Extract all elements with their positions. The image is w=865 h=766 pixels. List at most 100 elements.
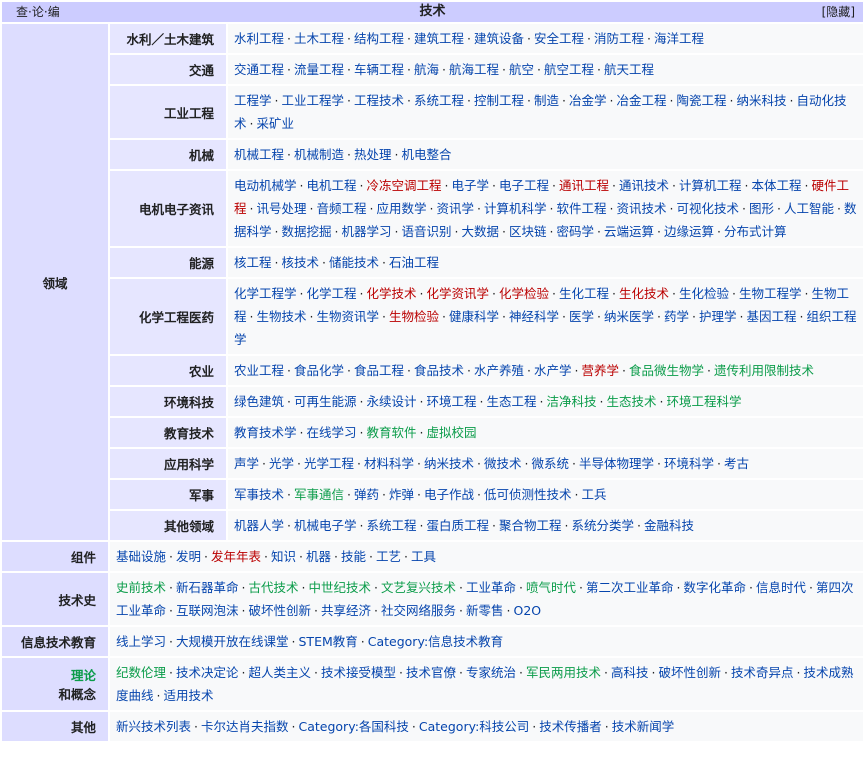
nav-link[interactable]: 材料科学 bbox=[364, 456, 414, 471]
nav-link[interactable]: 纳米科技 bbox=[737, 93, 787, 108]
nav-link[interactable]: Category:信息技术教育 bbox=[368, 634, 503, 649]
nav-link[interactable]: 互联网泡沫 bbox=[176, 603, 239, 618]
nav-link[interactable]: O2O bbox=[514, 603, 542, 618]
nav-link[interactable]: 采矿业 bbox=[257, 116, 295, 131]
nav-link[interactable]: 计算机工程 bbox=[679, 178, 742, 193]
theory-link[interactable]: 理论 bbox=[71, 668, 96, 683]
nav-link[interactable]: 发明 bbox=[176, 549, 201, 564]
nav-link[interactable]: 高科技 bbox=[611, 665, 649, 680]
nav-link[interactable]: 新石器革命 bbox=[176, 580, 239, 595]
nav-link[interactable]: 卡尔达肖夫指数 bbox=[201, 719, 289, 734]
nav-link[interactable]: 微技术 bbox=[484, 456, 522, 471]
nav-link[interactable]: 数字化革命 bbox=[684, 580, 747, 595]
nav-link[interactable]: 工具 bbox=[411, 549, 436, 564]
nav-link[interactable]: 流量工程 bbox=[294, 62, 344, 77]
nav-link[interactable]: 工业工程学 bbox=[282, 93, 345, 108]
nav-link[interactable]: 数据挖掘 bbox=[282, 224, 332, 239]
nav-link[interactable]: 环境工程 bbox=[427, 394, 477, 409]
nav-link[interactable]: 化学检验 bbox=[499, 286, 549, 301]
nav-link[interactable]: 发年年表 bbox=[211, 549, 261, 564]
nav-link[interactable]: 弹药 bbox=[354, 487, 379, 502]
nav-link[interactable]: 热处理 bbox=[354, 147, 392, 162]
nav-link[interactable]: 航海工程 bbox=[449, 62, 499, 77]
nav-link[interactable]: 语音识别 bbox=[402, 224, 452, 239]
nav-link[interactable]: 生物工程学 bbox=[739, 286, 802, 301]
nav-link[interactable]: 应用数学 bbox=[377, 201, 427, 216]
nav-link[interactable]: 在线学习 bbox=[307, 425, 357, 440]
nav-link[interactable]: Category:科技公司 bbox=[419, 719, 529, 734]
nav-link[interactable]: 分布式计算 bbox=[724, 224, 787, 239]
nav-link[interactable]: 人工智能 bbox=[784, 201, 834, 216]
nav-link[interactable]: 航天工程 bbox=[604, 62, 654, 77]
nav-link[interactable]: 建筑工程 bbox=[414, 31, 464, 46]
nav-link[interactable]: 车辆工程 bbox=[354, 62, 404, 77]
nav-link[interactable]: 共享经济 bbox=[321, 603, 371, 618]
nav-link[interactable]: 军民两用技术 bbox=[526, 665, 601, 680]
nav-link[interactable]: 核工程 bbox=[234, 255, 272, 270]
nav-link[interactable]: 机械制造 bbox=[294, 147, 344, 162]
nav-link[interactable]: 声学 bbox=[234, 456, 259, 471]
nav-link[interactable]: 电动机械学 bbox=[234, 178, 297, 193]
nav-link[interactable]: 工兵 bbox=[582, 487, 607, 502]
nav-link[interactable]: 金融科技 bbox=[644, 518, 694, 533]
nav-link[interactable]: 可再生能源 bbox=[294, 394, 357, 409]
nav-link[interactable]: 通讯工程 bbox=[559, 178, 609, 193]
nav-link[interactable]: 考古 bbox=[724, 456, 749, 471]
nav-link[interactable]: 新零售 bbox=[466, 603, 504, 618]
nav-link[interactable]: 水利工程 bbox=[234, 31, 284, 46]
nav-link[interactable]: 结构工程 bbox=[354, 31, 404, 46]
nav-link[interactable]: 电子工程 bbox=[499, 178, 549, 193]
nav-link[interactable]: 机器学习 bbox=[342, 224, 392, 239]
nav-link[interactable]: 技术决定论 bbox=[176, 665, 239, 680]
nav-link[interactable]: 技术接受模型 bbox=[321, 665, 396, 680]
nav-link[interactable]: 讯号处理 bbox=[257, 201, 307, 216]
nav-link[interactable]: Category:各国科技 bbox=[299, 719, 409, 734]
nav-link[interactable]: 教育技术学 bbox=[234, 425, 297, 440]
nav-link[interactable]: 资讯学 bbox=[437, 201, 475, 216]
nav-link[interactable]: 边缘运算 bbox=[664, 224, 714, 239]
nav-link[interactable]: 社交网络服务 bbox=[381, 603, 456, 618]
nav-link[interactable]: 环境科学 bbox=[664, 456, 714, 471]
nav-link[interactable]: 神经科学 bbox=[509, 309, 559, 324]
nav-link[interactable]: 系统工程 bbox=[367, 518, 417, 533]
nav-link[interactable]: 资讯技术 bbox=[617, 201, 667, 216]
nav-link[interactable]: 本体工程 bbox=[752, 178, 802, 193]
nav-link[interactable]: 食品化学 bbox=[294, 363, 344, 378]
view-link[interactable]: 查 bbox=[16, 5, 28, 19]
nav-link[interactable]: 化学工程 bbox=[307, 286, 357, 301]
nav-link[interactable]: 食品技术 bbox=[414, 363, 464, 378]
nav-link[interactable]: 通讯技术 bbox=[619, 178, 669, 193]
nav-link[interactable]: 机器 bbox=[306, 549, 331, 564]
nav-link[interactable]: 机械电子学 bbox=[294, 518, 357, 533]
nav-link[interactable]: 食品工程 bbox=[354, 363, 404, 378]
nav-link[interactable]: 生态技术 bbox=[607, 394, 657, 409]
nav-link[interactable]: 古代技术 bbox=[249, 580, 299, 595]
nav-link[interactable]: 半导体物理学 bbox=[579, 456, 654, 471]
nav-link[interactable]: 纳米医学 bbox=[604, 309, 654, 324]
nav-link[interactable]: 航海 bbox=[414, 62, 439, 77]
nav-link[interactable]: 生化技术 bbox=[619, 286, 669, 301]
nav-link[interactable]: 核技术 bbox=[282, 255, 320, 270]
nav-link[interactable]: 军事技术 bbox=[234, 487, 284, 502]
talk-link[interactable]: 论 bbox=[32, 5, 44, 19]
nav-link[interactable]: 密码学 bbox=[557, 224, 595, 239]
nav-link[interactable]: 冷冻空调工程 bbox=[367, 178, 442, 193]
nav-link[interactable]: 系统工程 bbox=[414, 93, 464, 108]
nav-link[interactable]: 基因工程 bbox=[747, 309, 797, 324]
nav-link[interactable]: 军事通信 bbox=[294, 487, 344, 502]
nav-link[interactable]: 生物检验 bbox=[389, 309, 439, 324]
nav-link[interactable]: 超人类主义 bbox=[249, 665, 312, 680]
nav-link[interactable]: 航空 bbox=[509, 62, 534, 77]
nav-link[interactable]: 纳米技术 bbox=[424, 456, 474, 471]
nav-link[interactable]: 技术官僚 bbox=[406, 665, 456, 680]
nav-link[interactable]: 喷气时代 bbox=[526, 580, 576, 595]
nav-link[interactable]: 纪数伦理 bbox=[116, 665, 166, 680]
nav-link[interactable]: 生化工程 bbox=[559, 286, 609, 301]
nav-link[interactable]: 大数据 bbox=[462, 224, 500, 239]
nav-link[interactable]: 冶金工程 bbox=[617, 93, 667, 108]
nav-link[interactable]: 虚拟校园 bbox=[427, 425, 477, 440]
nav-link[interactable]: 光学 bbox=[269, 456, 294, 471]
nav-link[interactable]: 云端运算 bbox=[604, 224, 654, 239]
nav-link[interactable]: 图形 bbox=[749, 201, 774, 216]
nav-link[interactable]: 机械工程 bbox=[234, 147, 284, 162]
